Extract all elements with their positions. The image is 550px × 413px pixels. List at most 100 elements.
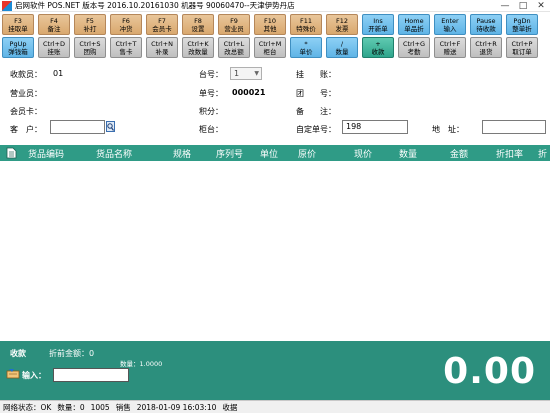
- status-code: 1005: [90, 402, 110, 412]
- column-header-serial[interactable]: 序列号: [216, 147, 243, 160]
- clerk-label: 营业员：: [10, 89, 42, 98]
- fn-button-key: Ctrl+F: [439, 39, 461, 48]
- column-header-name[interactable]: 货品名称: [96, 147, 132, 160]
- fn-button-ctrl-plus-f[interactable]: Ctrl+F 赠送: [434, 37, 466, 58]
- fn-button-f11[interactable]: F11 特殊价: [290, 14, 322, 35]
- fn-button-key: Enter: [441, 16, 459, 25]
- fn-button-ctrl-plus-n[interactable]: Ctrl+N 补录: [146, 37, 178, 58]
- fn-button-ctrl-plus-t[interactable]: Ctrl+T 售卡: [110, 37, 142, 58]
- register-select[interactable]: 1 ▼: [230, 67, 262, 80]
- custom-order-number-label: 自定单号：: [296, 125, 336, 134]
- fn-button-label: 输入: [443, 24, 457, 33]
- fn-button-ctrl-plus-s[interactable]: Ctrl+S 团购: [74, 37, 106, 58]
- fn-button-home[interactable]: Home 单品折: [398, 14, 430, 35]
- fn-button-slash[interactable]: / 数量: [326, 37, 358, 58]
- fn-button-label: 冲货: [119, 24, 133, 33]
- fn-button-key: F11: [299, 16, 312, 25]
- fn-button-label: 赠送: [443, 47, 457, 56]
- items-table-body[interactable]: [0, 161, 550, 341]
- fn-button-label: 设置: [191, 24, 205, 33]
- window-controls: — □ ✕: [496, 0, 550, 12]
- fn-button-key: Ctrl+T: [115, 39, 137, 48]
- fn-button-label: 补录: [155, 47, 169, 56]
- customer-search-button[interactable]: [106, 121, 115, 132]
- address-label: 地 址：: [432, 125, 464, 134]
- fn-button-ctrl-plus-m[interactable]: Ctrl+M 柜台: [254, 37, 286, 58]
- column-header-unit[interactable]: 单位: [260, 147, 278, 160]
- pre-discount-amount: 折前金额：0: [49, 349, 95, 358]
- fn-button-star[interactable]: * 单价: [290, 37, 322, 58]
- fn-button-key: Ctrl+D: [42, 39, 66, 48]
- column-header-amount[interactable]: 金额: [450, 147, 468, 160]
- fn-button-f10[interactable]: F10 其他: [254, 14, 286, 35]
- fn-button-key: Ctrl+G: [402, 39, 426, 48]
- fn-button-pgup[interactable]: PgUp 弹钱箱: [2, 37, 34, 58]
- fn-button-label: 考勤: [407, 47, 421, 56]
- column-header-discount[interactable]: 折: [538, 147, 547, 160]
- column-header-spec[interactable]: 规格: [173, 147, 191, 160]
- fn-button-key: Ins: [373, 16, 383, 25]
- remark-label: 备 注：: [296, 107, 336, 116]
- summary-panel: 收款 折前金额：0 数量：1.0000 输入： 0.00: [0, 341, 550, 400]
- fn-button-ctrl-plus-p[interactable]: Ctrl+P 取订单: [506, 37, 538, 58]
- column-header-discount-rate[interactable]: 折扣率: [496, 147, 523, 160]
- cashier-label: 收款员：: [10, 70, 42, 79]
- close-button[interactable]: ✕: [532, 0, 550, 12]
- fn-button-label: 特殊价: [296, 24, 316, 33]
- fn-button-key: F4: [50, 16, 58, 25]
- minimize-button[interactable]: —: [496, 0, 514, 12]
- fn-button-ctrl-plus-l[interactable]: Ctrl+L 改总额: [218, 37, 250, 58]
- fn-button-key: Ctrl+R: [475, 39, 497, 48]
- column-header-current-price[interactable]: 现价: [354, 147, 372, 160]
- fn-button-label: 补打: [83, 24, 97, 33]
- fn-button-key: /: [340, 39, 344, 48]
- fn-button-f9[interactable]: F9 营业员: [218, 14, 250, 35]
- fn-button-key: PgUp: [9, 39, 27, 48]
- customer-input[interactable]: [50, 120, 105, 134]
- fn-button-key: Ctrl+N: [151, 39, 173, 48]
- function-key-row-1: F3 挂取单 F4 备注 F5 补打 F6 冲货 F7 会员卡 F8 设置 F9 营业员 F10 其他 F11 特…: [2, 14, 538, 35]
- fn-button-label: 挂账: [47, 47, 61, 56]
- fn-button-ctrl-plus-k[interactable]: Ctrl+K 改数量: [182, 37, 214, 58]
- fn-button-ctrl-plus-r[interactable]: Ctrl+R 退货: [470, 37, 502, 58]
- fn-button-plus[interactable]: + 收款: [362, 37, 394, 58]
- status-mode: 销售: [115, 402, 131, 412]
- fn-button-label: 会员卡: [152, 24, 172, 33]
- fn-button-f3[interactable]: F3 挂取单: [2, 14, 34, 35]
- fn-button-label: 开新单: [368, 24, 388, 33]
- address-input[interactable]: [482, 120, 546, 134]
- fn-button-label: 数量: [335, 47, 349, 56]
- register-select-value: 1: [234, 69, 240, 78]
- custom-order-number-input[interactable]: 198: [342, 120, 408, 134]
- fn-button-pause[interactable]: Pause 待收款: [470, 14, 502, 35]
- fn-button-ins[interactable]: Ins 开新单: [362, 14, 394, 35]
- fn-button-f7[interactable]: F7 会员卡: [146, 14, 178, 35]
- fn-button-ctrl-plus-d[interactable]: Ctrl+D 挂账: [38, 37, 70, 58]
- customer-label: 客 户：: [10, 125, 42, 134]
- fn-button-key: PgDn: [513, 16, 531, 25]
- fn-button-f8[interactable]: F8 设置: [182, 14, 214, 35]
- suspend-label: 挂 账：: [296, 70, 336, 79]
- order-number-label: 单号：: [199, 89, 223, 98]
- barcode-input[interactable]: [53, 368, 129, 382]
- column-header-quantity[interactable]: 数量: [399, 147, 417, 160]
- function-key-row-2: PgUp 弹钱箱 Ctrl+D 挂账 Ctrl+S 团购 Ctrl+T 售卡 Ctrl+N 补录 C…: [2, 37, 538, 58]
- fn-button-f12[interactable]: F12 发票: [326, 14, 358, 35]
- fn-button-label: 团购: [83, 47, 97, 56]
- status-quantity: 数量：0: [57, 402, 85, 412]
- fn-button-f4[interactable]: F4 备注: [38, 14, 70, 35]
- column-header-code[interactable]: 货品编码: [28, 147, 64, 160]
- fn-button-label: 单价: [299, 47, 313, 56]
- fn-button-enter[interactable]: Enter 输入: [434, 14, 466, 35]
- fn-button-ctrl-plus-g[interactable]: Ctrl+G 考勤: [398, 37, 430, 58]
- status-datetime: 2018-01-09 16:03:10: [136, 402, 217, 412]
- fn-button-f5[interactable]: F5 补打: [74, 14, 106, 35]
- fn-button-label: 其他: [263, 24, 277, 33]
- column-header-original-price[interactable]: 原价: [298, 147, 316, 160]
- fn-button-key: Ctrl+P: [511, 39, 533, 48]
- fn-button-pgdn[interactable]: PgDn 整单折: [506, 14, 538, 35]
- maximize-button[interactable]: □: [514, 0, 532, 12]
- fn-button-f6[interactable]: F6 冲货: [110, 14, 142, 35]
- items-table-header: 货品编码 货品名称 规格 序列号 单位 原价 现价 数量 金额 折扣率 折: [0, 145, 550, 161]
- fn-button-label: 挂取单: [8, 24, 28, 33]
